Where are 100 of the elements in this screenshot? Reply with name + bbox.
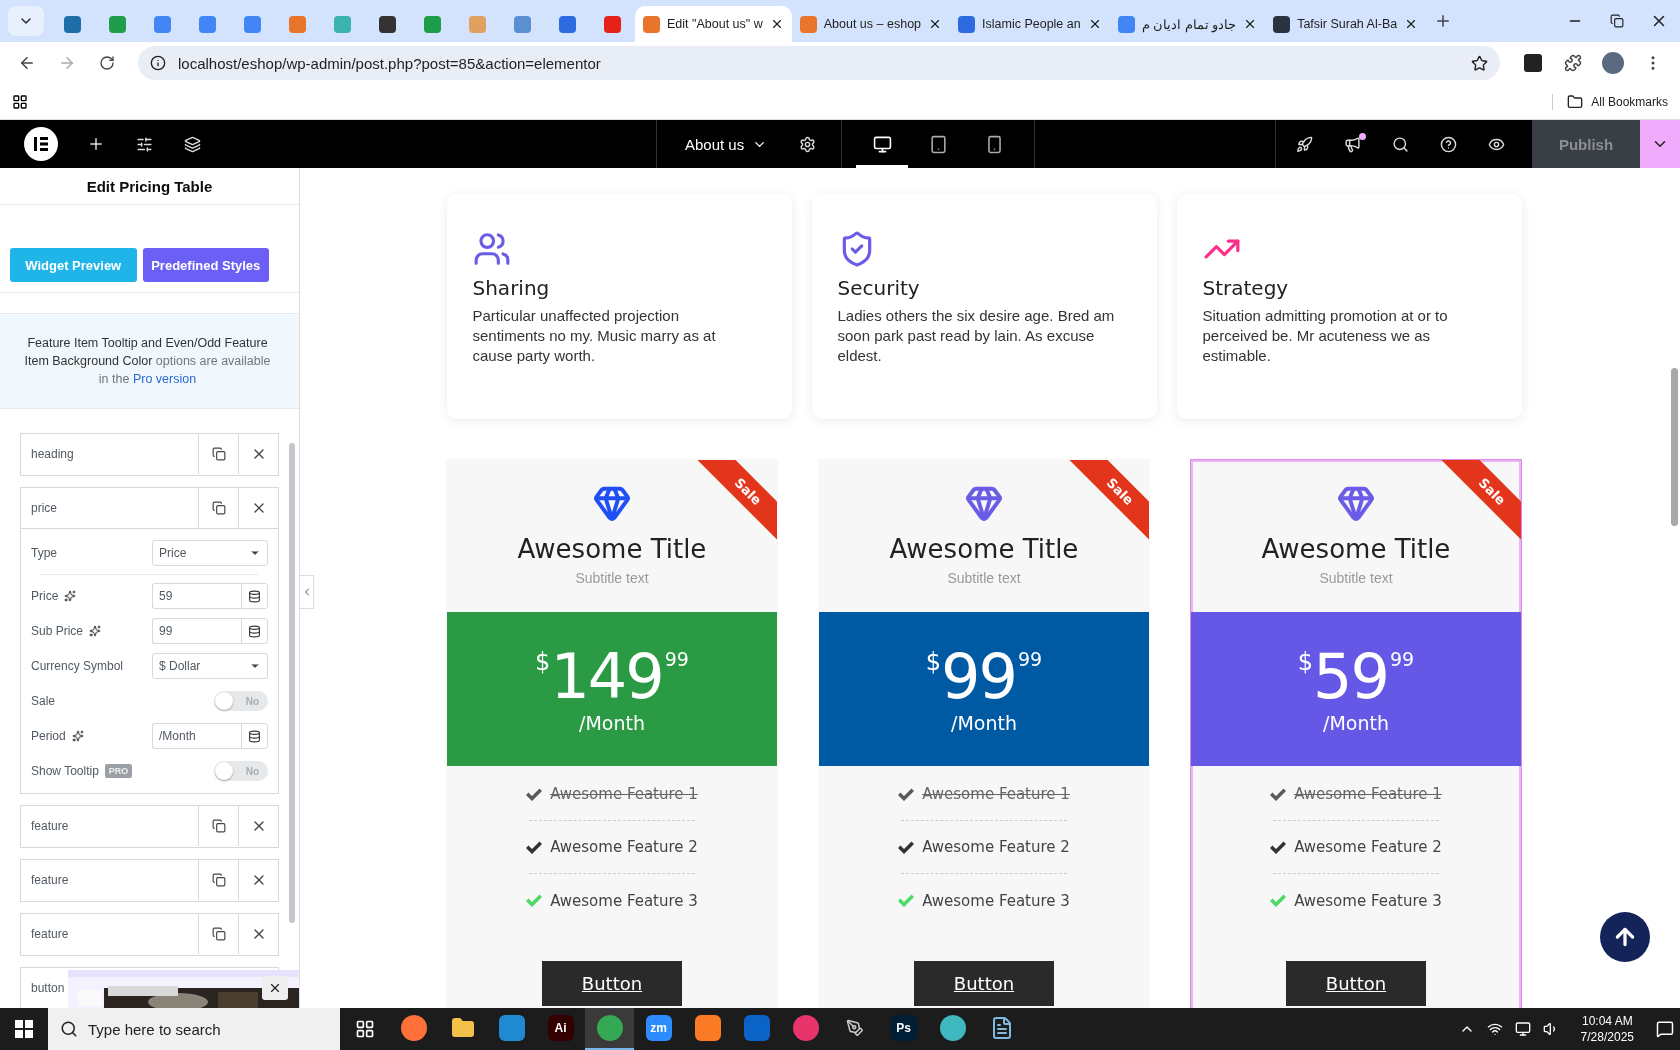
info-icon[interactable] [150,55,166,71]
close-button[interactable] [262,976,288,1000]
copy-icon [211,501,226,515]
scroll-top-button[interactable] [1600,912,1650,962]
plan-button[interactable]: Button [1286,961,1426,1006]
star-icon[interactable] [1471,54,1488,72]
plan-button[interactable]: Button [914,961,1054,1006]
sparkle-icon[interactable] [71,730,84,742]
add-icon[interactable] [87,135,105,153]
copy-icon [211,927,226,941]
search-field[interactable]: Type here to search [48,1008,340,1050]
sliders-icon[interactable] [135,135,153,153]
database-icon [248,729,261,743]
clock-date[interactable]: 7/28/2025 [1580,1029,1634,1045]
reload-icon[interactable] [99,55,115,71]
plan-title: Awesome Title [517,534,707,564]
taskbar-app[interactable]: Ai [536,1008,585,1050]
plan-button[interactable]: Button [542,961,682,1006]
plan-feature: Awesome Feature 3 [1294,891,1442,910]
input-field[interactable]: 59 [152,583,241,609]
tablet-icon [928,134,948,154]
logo-icon[interactable] [24,127,58,161]
plan-subtitle: Subtitle text [1319,570,1393,586]
plan-feature: Awesome Feature 2 [922,838,1070,856]
field-label: Sale [31,694,56,708]
item-title[interactable]: price [31,501,57,515]
windows-icon[interactable] [15,1020,33,1038]
search-icon[interactable] [1391,135,1409,153]
scrollbar[interactable] [1671,368,1678,526]
price-period: /Month [579,712,645,734]
field-label: Currency Symbol [31,659,124,673]
plan-feature: Awesome Feature 3 [550,891,698,910]
feature-title: Strategy [1202,276,1290,300]
plan-title: Awesome Title [889,534,1079,564]
rocket-icon[interactable] [1295,135,1313,153]
bookmarks-label[interactable]: All Bookmarks [1591,94,1668,109]
megaphone-icon[interactable] [1343,135,1361,153]
item-title[interactable]: feature [31,873,69,887]
notifications-icon[interactable] [1656,1020,1674,1038]
browser-tab[interactable]: Islamic People an [950,6,1110,42]
dynamic-tags-button[interactable] [241,723,268,749]
browser-tab[interactable]: جادو تمام ادیان م [1109,6,1266,42]
database-icon [248,589,261,603]
browser-tab[interactable]: Tafsir Surah Al-Ba [1265,6,1427,42]
tab-search-button[interactable] [8,6,44,36]
input-field[interactable]: /Month [152,723,241,749]
styles-button[interactable]: Predefined Styles [142,248,269,282]
tab-title: Edit "About us" w [667,17,763,31]
desktop-icon [872,134,892,154]
currency-symbol: $ [535,648,551,676]
plan-feature: Awesome Feature 3 [922,891,1070,910]
item-title[interactable]: button [31,981,65,995]
plan-title: Awesome Title [1261,534,1451,564]
browser-tab[interactable]: Edit "About us" w [635,6,792,42]
notice-text: Feature Item Tooltip and Even/Odd Feature Item Background Color options are available in the Pro version [23,335,272,388]
price-period: /Month [1323,712,1389,734]
puzzle-icon[interactable] [1564,54,1582,72]
dynamic-tags-button[interactable] [241,618,268,644]
clock-time[interactable]: 10:04 AM [1581,1013,1633,1029]
back-icon[interactable] [18,54,36,72]
feature-text: Ladies others the six desire age. Bred am soon park past read by lain. As excuse eldest. [837,306,1116,366]
tab-title: About us – eshop [823,17,922,31]
price-cents: 99 [664,648,689,670]
network-icon[interactable] [1486,1021,1503,1037]
restore-icon[interactable] [1610,14,1624,28]
item-title[interactable]: heading [31,447,74,461]
select-field[interactable]: $ Dollar [152,653,268,679]
display-icon[interactable] [1514,1021,1531,1037]
folder-icon [1567,93,1584,110]
dynamic-tags-button[interactable] [241,583,268,609]
pro-link[interactable]: Pro version [132,372,197,386]
task-view-icon[interactable] [354,1019,375,1039]
currency-symbol: $ [1297,648,1314,676]
browser-tab[interactable]: About us – eshop [791,6,951,42]
panel-title: Edit Pricing Table [86,177,213,195]
plan-subtitle: Subtitle text [575,570,649,586]
address-bar[interactable]: localhost/eshop/wp-admin/post.php?post=85&action=elementor [138,46,1500,80]
input-field[interactable]: 99 [152,618,241,644]
taskbar-app[interactable] [585,1008,634,1050]
database-icon [248,624,261,638]
collapse-handle[interactable] [300,575,314,609]
avatar-icon[interactable] [1602,52,1624,74]
scrollbar[interactable] [289,443,295,923]
notification-dot [1359,133,1366,140]
help-icon[interactable] [1439,135,1457,153]
sparkle-icon[interactable] [64,590,77,602]
field-label: Sub Price [31,624,84,638]
taskbar-app[interactable]: Ps [879,1008,928,1050]
field-label: Show Tooltip [31,764,99,778]
field-label: Type [31,546,57,560]
layers-icon[interactable] [183,135,201,153]
settings-icon[interactable] [798,135,816,153]
item-title[interactable]: feature [31,819,69,833]
sparkle-icon[interactable] [89,625,102,637]
apps-icon[interactable] [12,93,28,110]
select-field[interactable]: Price [152,540,268,566]
price-amount: 59 [1313,644,1388,710]
item-title[interactable]: feature [31,927,69,941]
feature-title: Sharing [472,276,551,300]
extension-icon[interactable] [1524,54,1542,72]
